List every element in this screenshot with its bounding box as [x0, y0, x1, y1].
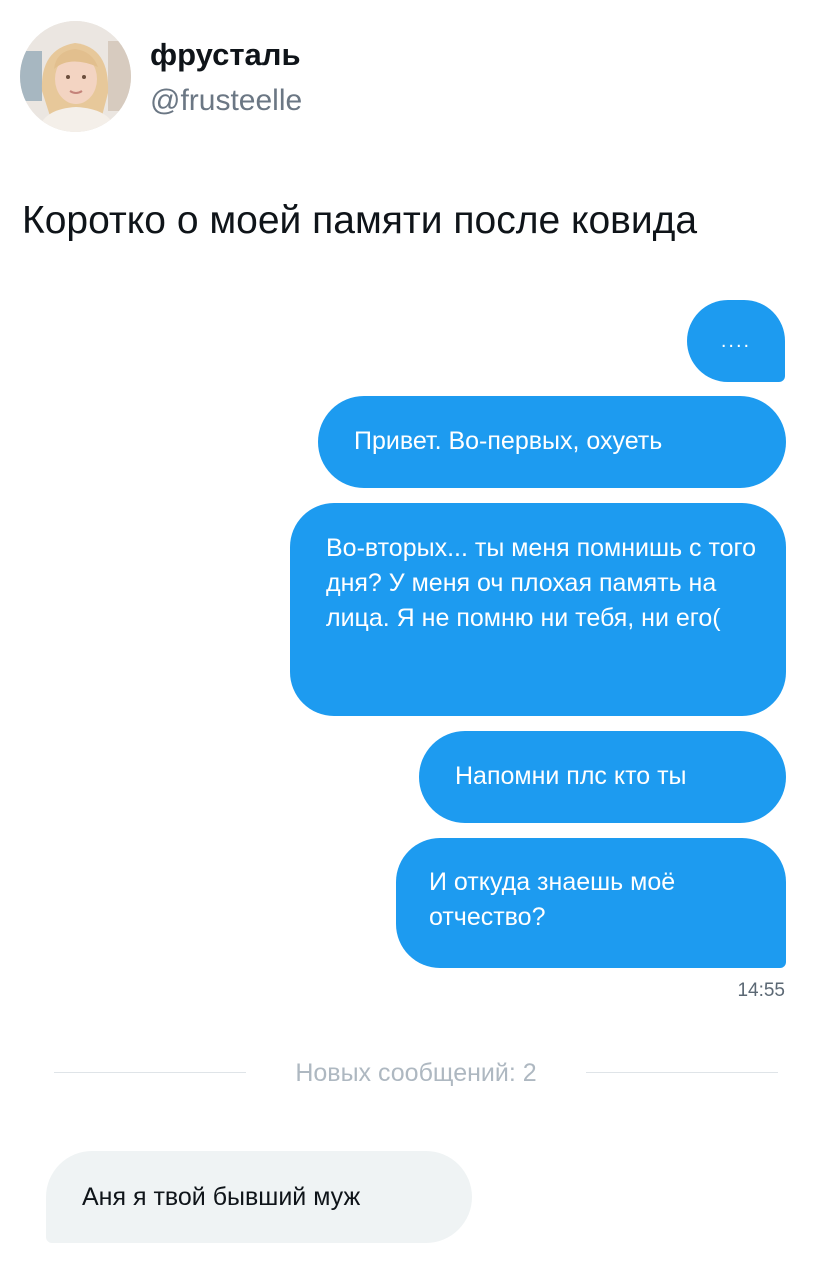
outgoing-message: И откуда знаешь моё отчество?	[396, 838, 786, 968]
message-text: Аня я твой бывший муж	[82, 1183, 361, 1211]
message-timestamp: 14:55	[737, 980, 785, 1001]
outgoing-message: Привет. Во-первых, охуеть	[318, 396, 786, 488]
outgoing-message: Во-вторых... ты меня помнишь с того дня?…	[290, 503, 786, 716]
outgoing-message: Напомни плс кто ты	[419, 731, 786, 823]
message-text: Во-вторых... ты меня помнишь с того дня?…	[326, 534, 757, 632]
message-text: ....	[720, 330, 752, 352]
incoming-message: Аня я твой бывший муж	[46, 1151, 472, 1243]
message-text: Привет. Во-первых, охуеть	[354, 427, 663, 455]
chat-screenshot-image[interactable]: .... Привет. Во-первых, охуеть Во-вторых…	[0, 0, 831, 1280]
new-messages-divider-label: Новых сообщений: 2	[295, 1059, 537, 1087]
outgoing-message: ....	[687, 300, 785, 382]
message-text: И откуда знаешь моё отчество?	[429, 868, 676, 931]
divider-line	[54, 1072, 246, 1073]
message-text: Напомни плс кто ты	[455, 762, 687, 790]
divider-line	[586, 1072, 778, 1073]
